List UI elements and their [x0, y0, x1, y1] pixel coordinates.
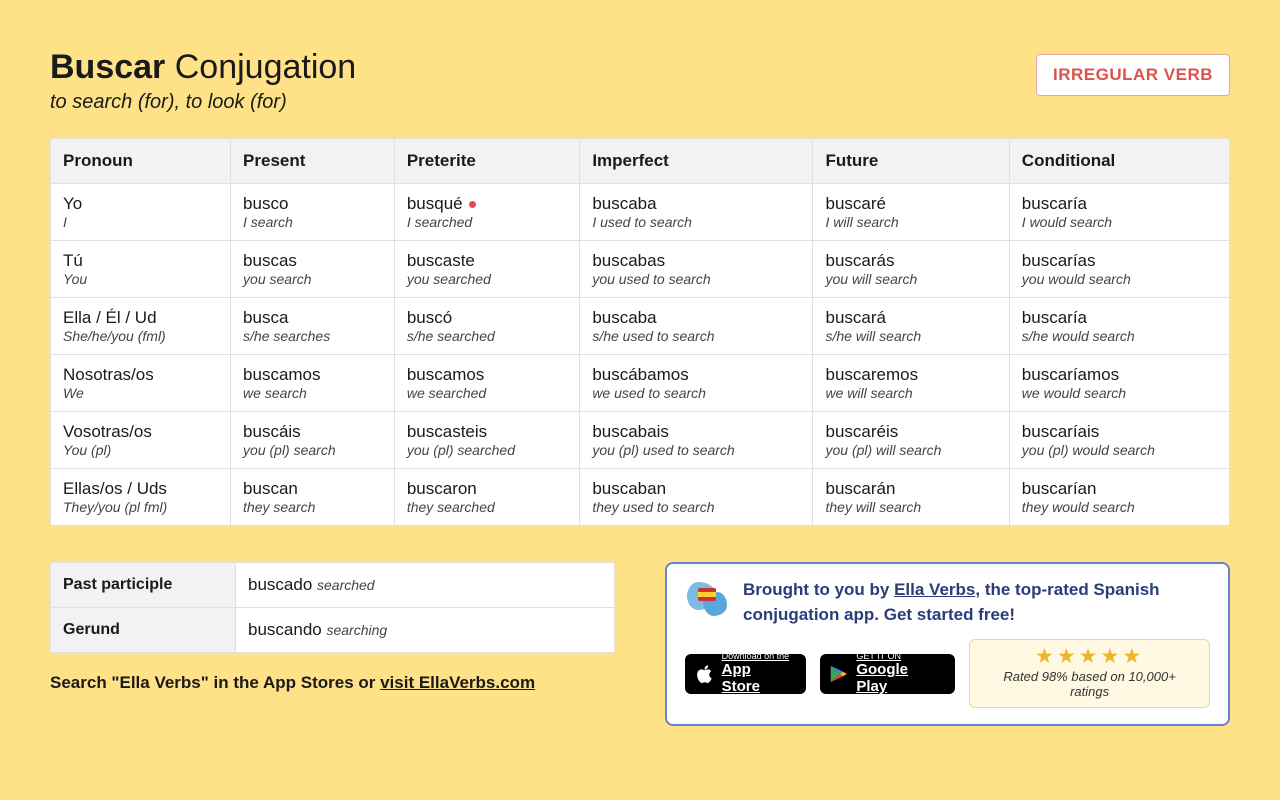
conjugation-cell: buscasteisyou (pl) searched — [394, 412, 579, 469]
conjugation-cell: buscabas/he used to search — [580, 298, 813, 355]
pronoun-cell: Ella / Él / UdShe/he/you (fml) — [51, 298, 231, 355]
pronoun-cell: Vosotras/osYou (pl) — [51, 412, 231, 469]
title-suffix: Conjugation — [175, 48, 356, 86]
conjugation-cell: buscamoswe search — [231, 355, 395, 412]
participle-row: Past participlebuscado searched — [51, 563, 615, 608]
verb-meaning: to search (for), to look (for) — [50, 91, 356, 114]
app-store-button[interactable]: Download on the App Store — [685, 654, 806, 694]
conjugation-cell: buscós/he searched — [394, 298, 579, 355]
app-icon — [685, 578, 729, 618]
table-row: Ellas/os / UdsThey/you (pl fml)buscanthe… — [51, 469, 1230, 526]
conjugation-cell: buscaríasyou would search — [1009, 241, 1229, 298]
google-play-button[interactable]: GET IT ON Google Play — [820, 654, 955, 694]
conjugation-cell: buscaránthey will search — [813, 469, 1009, 526]
conjugation-cell: buscaréI will search — [813, 184, 1009, 241]
pronoun-cell: Nosotras/osWe — [51, 355, 231, 412]
pronoun-cell: TúYou — [51, 241, 231, 298]
conjugation-cell: buscaríamoswe would search — [1009, 355, 1229, 412]
conjugation-cell: buscaronthey searched — [394, 469, 579, 526]
rating-box: ★★★★★ Rated 98% based on 10,000+ ratings — [969, 639, 1210, 708]
ella-verbs-link[interactable]: Ella Verbs — [894, 580, 975, 599]
conjugation-cell: buscabaI used to search — [580, 184, 813, 241]
pronoun-cell: Ellas/os / UdsThey/you (pl fml) — [51, 469, 231, 526]
conjugation-cell: buscabanthey used to search — [580, 469, 813, 526]
rating-text: Rated 98% based on 10,000+ ratings — [984, 669, 1195, 699]
play-icon — [830, 665, 848, 683]
conjugation-cell: buscarás/he will search — [813, 298, 1009, 355]
participle-label: Gerund — [51, 608, 236, 653]
table-row: YoIbuscoI searchbusquéI searchedbuscabaI… — [51, 184, 1230, 241]
conjugation-cell: buscarías/he would search — [1009, 298, 1229, 355]
conjugation-cell: buscaríaI would search — [1009, 184, 1229, 241]
conjugation-cell: buscas/he searches — [231, 298, 395, 355]
table-row: Vosotras/osYou (pl)buscáisyou (pl) searc… — [51, 412, 1230, 469]
participle-value: buscando searching — [236, 608, 615, 653]
participle-value: buscado searched — [236, 563, 615, 608]
conjugation-cell: buscanthey search — [231, 469, 395, 526]
conjugation-cell: buscamoswe searched — [394, 355, 579, 412]
table-row: TúYoubuscasyou searchbuscasteyou searche… — [51, 241, 1230, 298]
participle-table: Past participlebuscado searchedGerundbus… — [50, 562, 615, 653]
apple-icon — [695, 664, 713, 684]
column-header: Imperfect — [580, 139, 813, 184]
conjugation-cell: buscasyou search — [231, 241, 395, 298]
pronoun-cell: YoI — [51, 184, 231, 241]
conjugation-table: PronounPresentPreteriteImperfectFutureCo… — [50, 138, 1230, 526]
table-row: Nosotras/osWebuscamoswe searchbuscamoswe… — [51, 355, 1230, 412]
conjugation-cell: buscoI search — [231, 184, 395, 241]
column-header: Pronoun — [51, 139, 231, 184]
table-row: Ella / Él / UdShe/he/you (fml)buscas/he … — [51, 298, 1230, 355]
promo-box: Brought to you by Ella Verbs, the top-ra… — [665, 562, 1230, 726]
star-icons: ★★★★★ — [984, 646, 1195, 667]
promo-text: Brought to you by Ella Verbs, the top-ra… — [743, 578, 1210, 627]
conjugation-cell: buscabaisyou (pl) used to search — [580, 412, 813, 469]
conjugation-cell: buscáisyou (pl) search — [231, 412, 395, 469]
conjugation-cell: busquéI searched — [394, 184, 579, 241]
conjugation-cell: buscarásyou will search — [813, 241, 1009, 298]
search-prompt: Search "Ella Verbs" in the App Stores or… — [50, 673, 615, 693]
column-header: Preterite — [394, 139, 579, 184]
ella-verbs-site-link[interactable]: visit EllaVerbs.com — [380, 673, 535, 692]
conjugation-cell: buscabasyou used to search — [580, 241, 813, 298]
column-header: Conditional — [1009, 139, 1229, 184]
column-header: Present — [231, 139, 395, 184]
irregular-badge: IRREGULAR VERB — [1036, 54, 1230, 96]
verb-name: Buscar — [50, 48, 165, 86]
participle-row: Gerundbuscando searching — [51, 608, 615, 653]
conjugation-cell: buscaremoswe will search — [813, 355, 1009, 412]
conjugation-cell: buscaríaisyou (pl) would search — [1009, 412, 1229, 469]
conjugation-cell: buscasteyou searched — [394, 241, 579, 298]
conjugation-cell: buscaríanthey would search — [1009, 469, 1229, 526]
participle-label: Past participle — [51, 563, 236, 608]
column-header: Future — [813, 139, 1009, 184]
page-title: Buscar Conjugation — [50, 48, 356, 87]
conjugation-cell: buscábamoswe used to search — [580, 355, 813, 412]
conjugation-cell: buscaréisyou (pl) will search — [813, 412, 1009, 469]
